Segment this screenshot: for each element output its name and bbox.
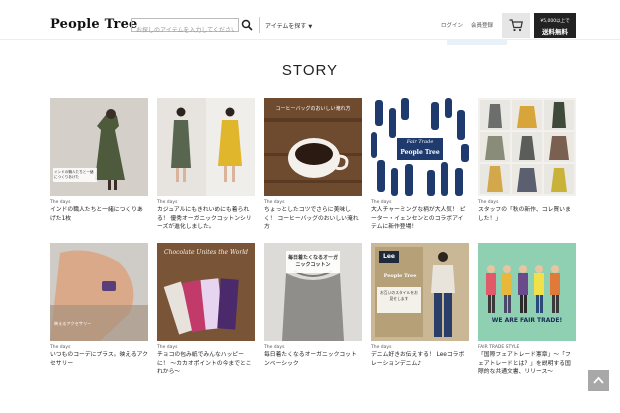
image-overlay-text: Chocolate Unites the World (164, 249, 248, 256)
story-caption[interactable]: 毎日着たくなるオーガニックコットンベーシック (264, 351, 362, 368)
story-tag: FAIR TRADE STYLE (478, 345, 520, 350)
story-card-5[interactable]: The days スタッフの「秋の新作、コレ買いました！」 (478, 98, 576, 223)
image-overlay-text: 映えるアクセサリー (54, 321, 92, 326)
story-caption[interactable]: デニム好きお伝えする！ Leeコラボレーションデニム♪ (371, 351, 469, 368)
story-card-6[interactable]: 映えるアクセサリー The days いつものコーデにプラス。映えるアクセサリー (50, 243, 148, 368)
register-link[interactable]: 会員登録 (471, 21, 493, 29)
image-overlay-logo: Lee (383, 253, 395, 260)
story-image[interactable]: Fair Trade People Tree (371, 98, 469, 196)
login-link[interactable]: ログイン (441, 21, 463, 29)
image-overlay-text: お互いのスタイルをお見せします (380, 290, 418, 301)
search-field[interactable] (131, 18, 239, 37)
story-image[interactable]: インドの職人たちと一緒につくりあげた (50, 98, 148, 196)
story-card-4[interactable]: Fair Trade People Tree The days 大人チャーミング… (371, 98, 469, 232)
story-image[interactable] (478, 98, 576, 196)
story-tag: The days (478, 200, 499, 205)
shipping-threshold: ¥5,000以上で (540, 19, 570, 24)
story-caption[interactable]: 「国際フェアトレード憲章」～「フェアトレードとは？」を説明する国際的な共通文書、… (478, 351, 576, 377)
category-dropdown[interactable]: アイテムを探す ▼ (265, 21, 312, 30)
caret-down-icon: ▼ (308, 24, 313, 30)
story-card-7[interactable]: Chocolate Unites the World The days チョコの… (157, 243, 255, 377)
story-caption[interactable]: ちょっとしたコツでさらに美味しく！ コーヒーバッグのおいしい淹れ方 (264, 206, 362, 232)
story-caption[interactable]: スタッフの「秋の新作、コレ買いました！」 (478, 206, 576, 223)
search-icon[interactable] (241, 19, 253, 31)
story-caption[interactable]: 大人チャーミングな柄が大人気！ ピーター・イェンセンとのコラボアイテムに新作登場… (371, 206, 469, 232)
image-overlay-text: インドの職人たちと一緒につくりあげた (54, 170, 94, 179)
image-overlay-title: Fair Trade (406, 139, 434, 145)
story-image[interactable]: WE ARE FAIR TRADE! (478, 243, 576, 341)
story-tag: The days (264, 200, 285, 205)
image-overlay-text: WE ARE FAIR TRADE! (491, 317, 563, 324)
category-label: アイテムを探す (265, 23, 307, 30)
story-card-3[interactable]: コーヒーバッグのおいしい淹れ方 The days ちょっとしたコツでさらに美味し… (264, 98, 362, 232)
story-tag: The days (157, 345, 178, 350)
story-card-1[interactable]: インドの職人たちと一緒につくりあげた The days インドの職人たちと一緒に… (50, 98, 148, 223)
story-image[interactable]: Lee People Tree お互いのスタイルをお見せします (371, 243, 469, 341)
story-image[interactable]: 毎日着たくなるオーガニックコットン (264, 243, 362, 341)
image-overlay-text: コーヒーバッグのおいしい淹れ方 (275, 106, 351, 112)
story-caption[interactable]: チョコの包み紙でみんなハッピーに！ ～カカオポイントの今までとこれから～ (157, 351, 255, 377)
scroll-to-top-button[interactable] (588, 370, 609, 391)
story-tag: The days (371, 345, 392, 350)
image-overlay-logo: People Tree (383, 273, 417, 279)
page-title: STORY (281, 62, 339, 79)
story-image[interactable] (157, 98, 255, 196)
story-image[interactable]: コーヒーバッグのおいしい淹れ方 (264, 98, 362, 196)
story-caption[interactable]: いつものコーデにプラス。映えるアクセサリー (50, 351, 148, 368)
image-overlay-logo: People Tree (400, 149, 440, 156)
cart-button[interactable] (502, 13, 530, 38)
site-logo[interactable]: People Tree (50, 17, 138, 32)
story-image[interactable]: Chocolate Unites the World (157, 243, 255, 341)
story-tag: The days (371, 200, 392, 205)
shipping-free-label: 送料無料 (542, 28, 568, 36)
site-header: People Tree アイテムを探す▼ ログイン 会員登録 ¥5,000以上で… (0, 0, 620, 40)
story-card-10[interactable]: WE ARE FAIR TRADE! FAIR TRADE STYLE 「国際フ… (478, 243, 576, 377)
story-caption[interactable]: カジュアルにもきれいめにも着られる！ 優秀オーガニックコットンシリーズが進化しま… (157, 206, 255, 232)
story-tag: The days (157, 200, 178, 205)
story-card-2[interactable]: The days カジュアルにもきれいめにも着られる！ 優秀オーガニックコットン… (157, 98, 255, 232)
story-tag: The days (264, 345, 285, 350)
story-tag: The days (50, 200, 71, 205)
story-card-9[interactable]: Lee People Tree お互いのスタイルをお見せします The days… (371, 243, 469, 368)
cart-icon (509, 19, 523, 32)
story-tag: The days (50, 345, 71, 350)
header-divider (259, 17, 260, 33)
dropdown-indicator (447, 40, 507, 45)
chevron-up-icon (593, 376, 604, 384)
story-card-8[interactable]: 毎日着たくなるオーガニックコットン The days 毎日着たくなるオーガニック… (264, 243, 362, 368)
free-shipping-badge: ¥5,000以上で 送料無料 (534, 13, 576, 38)
story-caption[interactable]: インドの職人たちと一緒につくりあげた1枚 (50, 206, 148, 223)
image-overlay-text: 毎日着たくなるオーガニックコットン (288, 255, 339, 268)
story-image[interactable]: 映えるアクセサリー (50, 243, 148, 341)
search-input[interactable] (132, 24, 238, 37)
